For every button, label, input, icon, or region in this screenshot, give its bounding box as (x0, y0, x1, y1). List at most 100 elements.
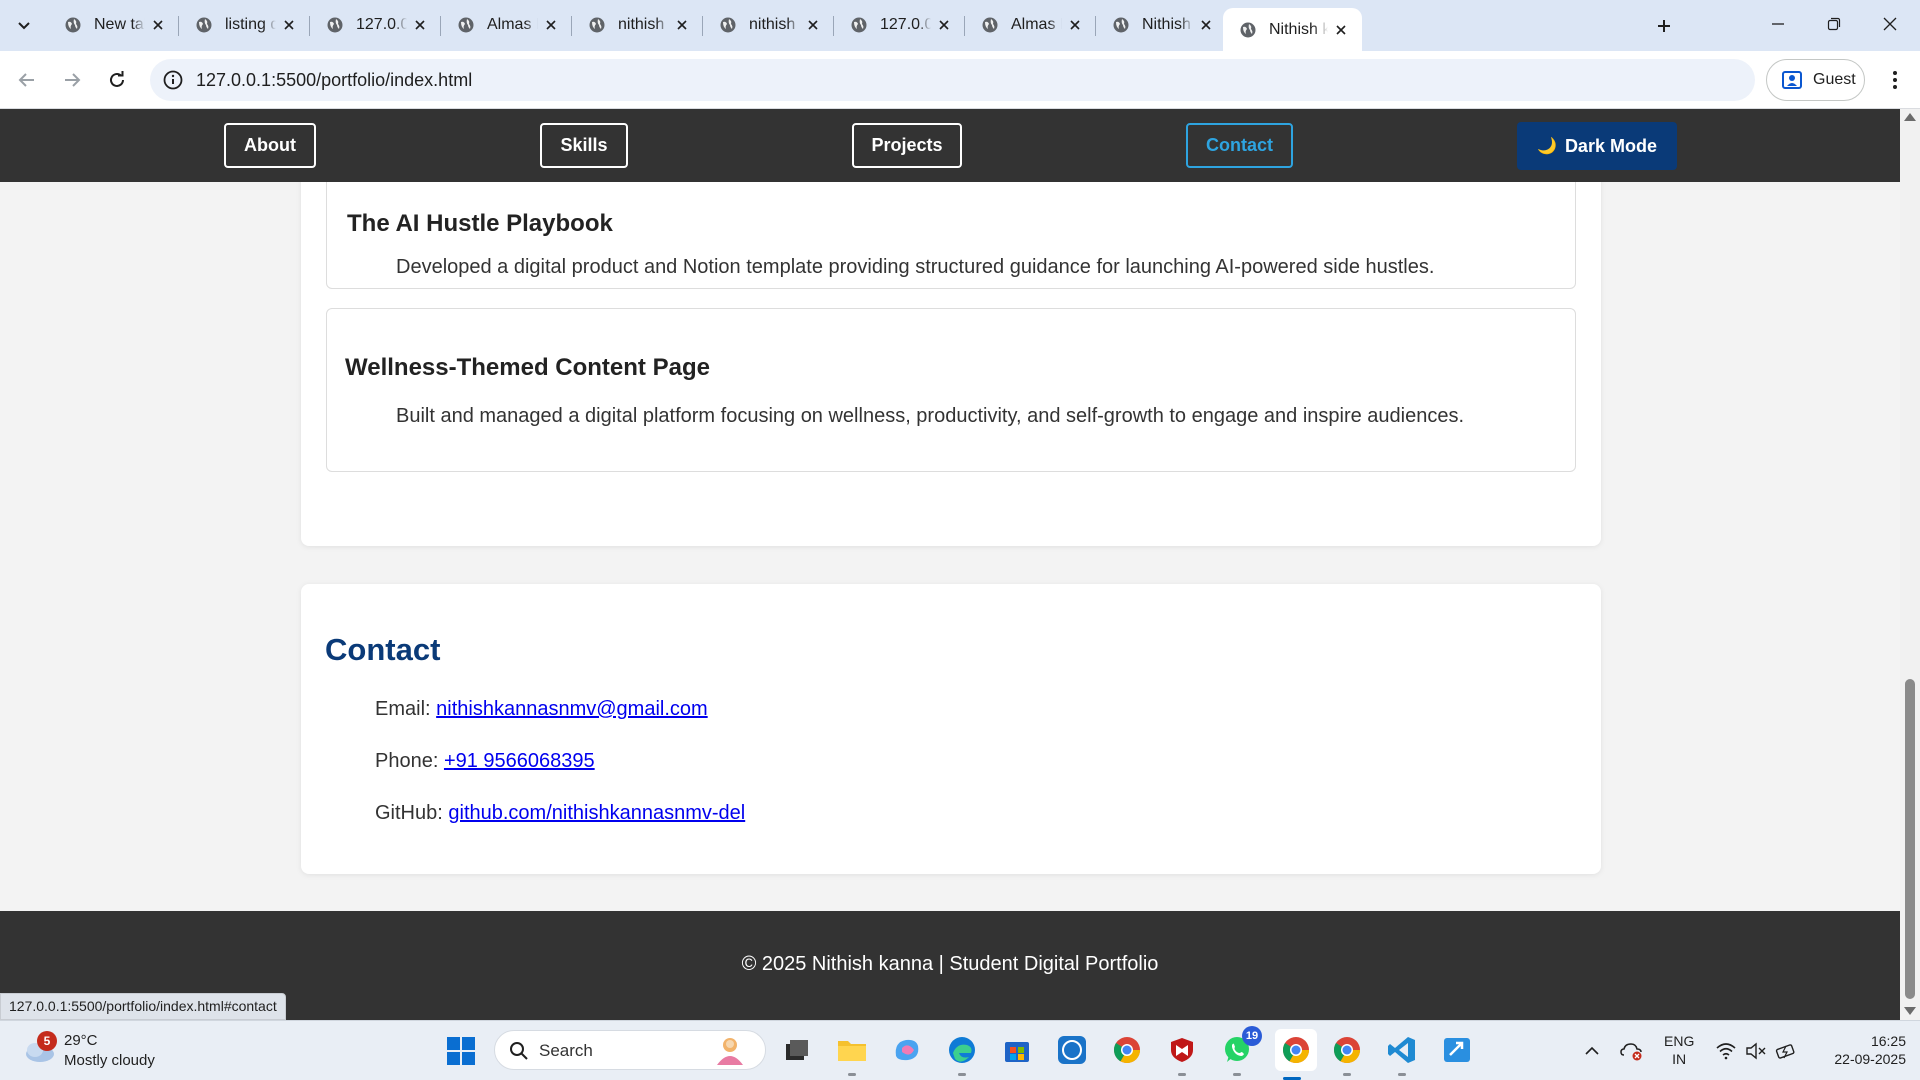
vscode-icon (1388, 1037, 1415, 1063)
task-view-app[interactable] (780, 1033, 814, 1067)
site-info-icon[interactable] (162, 69, 184, 91)
close-icon (415, 20, 425, 30)
close-window-button[interactable] (1862, 0, 1918, 48)
back-button[interactable] (11, 64, 43, 96)
minimize-button[interactable] (1750, 0, 1806, 48)
running-indicator (958, 1073, 966, 1076)
edge-app[interactable] (945, 1033, 979, 1076)
browser-tab[interactable]: 127.0.0.1:5500 (310, 8, 441, 42)
address-bar[interactable]: 127.0.0.1:5500/portfolio/index.html (150, 59, 1755, 101)
profile-button[interactable]: Guest (1766, 59, 1865, 101)
browser-tab[interactable]: Almas Begum (965, 8, 1096, 42)
tab-title: listing directory (225, 16, 276, 33)
folder-icon (838, 1041, 866, 1061)
clock-time: 16:25 (1870, 1033, 1906, 1049)
running-indicator (1233, 1073, 1241, 1076)
browser-tab[interactable]: 127.0.0.1:5500 (834, 8, 965, 42)
reload-button[interactable] (101, 64, 133, 96)
browser-tab[interactable]: Nithish kanna (1223, 8, 1362, 51)
tab-separator (309, 16, 310, 36)
globe-icon (327, 17, 343, 33)
tab-title: Almas Begum (487, 16, 538, 33)
page-scrollbar[interactable] (1900, 109, 1920, 1020)
tab-close-button[interactable] (1328, 17, 1354, 43)
weather-condition: Mostly cloudy (64, 1052, 155, 1069)
new-tab-button[interactable] (1650, 12, 1678, 40)
browser-tab[interactable]: Nithish kanna (1096, 8, 1227, 42)
nav-contact-button[interactable]: Contact (1186, 123, 1293, 168)
close-icon (153, 20, 163, 30)
show-hidden-icons-button[interactable] (1580, 1039, 1604, 1063)
browser-tab[interactable]: nithish kanna (572, 8, 703, 42)
close-icon (546, 20, 556, 30)
dark-mode-button[interactable]: 🌙 Dark Mode (1517, 122, 1677, 170)
scroll-thumb[interactable] (1905, 679, 1915, 999)
system-clock[interactable]: 16:25 22-09-2025 (1816, 1032, 1906, 1068)
phone-label: Phone: (375, 750, 439, 772)
tab-title: Almas Begum (1011, 16, 1062, 33)
chrome-icon (1333, 1037, 1361, 1064)
wifi-tray[interactable] (1714, 1039, 1738, 1063)
site-navbar: About Skills Projects Contact 🌙 Dark Mod… (0, 109, 1900, 182)
input-language[interactable]: ENG IN (1664, 1032, 1694, 1068)
tab-separator (702, 16, 703, 36)
chrome-profile-app[interactable] (1330, 1033, 1364, 1076)
tab-separator (1095, 16, 1096, 36)
email-label: Email: (375, 698, 431, 720)
browser-tab[interactable]: nithish kanna (703, 8, 834, 42)
tab-close-button[interactable] (538, 12, 564, 38)
moon-icon: 🌙 (1537, 138, 1557, 155)
volume-tray[interactable] (1744, 1039, 1768, 1063)
forward-button[interactable] (56, 64, 88, 96)
tab-close-button[interactable] (931, 12, 957, 38)
chrome-app[interactable] (1110, 1033, 1144, 1067)
globe-icon (196, 17, 212, 33)
arrow-left-icon (18, 73, 34, 87)
store-app[interactable] (1000, 1033, 1034, 1067)
scroll-up-arrow-icon[interactable] (1904, 113, 1916, 121)
battery-tray[interactable] (1774, 1039, 1798, 1063)
tab-close-button[interactable] (276, 12, 302, 38)
tab-close-button[interactable] (1062, 12, 1088, 38)
tab-close-button[interactable] (407, 12, 433, 38)
tab-close-button[interactable] (145, 12, 171, 38)
url-text[interactable]: 127.0.0.1:5500/portfolio/index.html (196, 70, 472, 91)
tab-title: Nithish kanna (1142, 16, 1193, 33)
tab-close-button[interactable] (669, 12, 695, 38)
running-indicator (848, 1073, 856, 1076)
tab-close-button[interactable] (800, 12, 826, 38)
tab-search-button[interactable] (10, 12, 38, 40)
github-link[interactable]: github.com/nithishkannasnmv-del (448, 802, 745, 824)
chrome-active-app[interactable] (1275, 1029, 1317, 1080)
chrome-icon (1113, 1037, 1141, 1064)
phone-link[interactable]: +91 9566068395 (444, 750, 595, 772)
restore-button[interactable] (1806, 0, 1862, 48)
scroll-down-arrow-icon[interactable] (1904, 1007, 1916, 1015)
edge-icon (949, 1037, 975, 1063)
whatsapp-app[interactable]: 19 (1220, 1026, 1262, 1076)
tab-close-button[interactable] (1193, 12, 1219, 38)
mcafee-app[interactable] (1165, 1033, 1199, 1076)
browser-tab[interactable]: Almas Begum (441, 8, 572, 42)
email-link[interactable]: nithishkannasnmv@gmail.com (436, 698, 708, 720)
copilot-app[interactable] (890, 1033, 924, 1067)
tab-title: 127.0.0.1:5500 (356, 16, 407, 33)
weather-widget[interactable]: 5 29°C Mostly cloudy (18, 1031, 198, 1073)
nav-about-button[interactable]: About (224, 123, 316, 168)
file-explorer-app[interactable] (835, 1033, 869, 1076)
browser-menu-button[interactable] (1880, 64, 1910, 96)
onedrive-tray[interactable] (1620, 1039, 1644, 1063)
browser-tab[interactable]: listing directory (179, 8, 310, 42)
tab-separator (178, 16, 179, 36)
taskbar-search[interactable]: Search (494, 1030, 766, 1070)
remote-desktop-app[interactable] (1440, 1033, 1474, 1067)
dell-app[interactable] (1055, 1033, 1089, 1067)
project-description: Developed a digital product and Notion t… (396, 256, 1435, 278)
nav-skills-button[interactable]: Skills (540, 123, 628, 168)
browser-tab[interactable]: New tab (48, 8, 179, 42)
vscode-app[interactable] (1385, 1033, 1419, 1076)
nav-projects-button[interactable]: Projects (852, 123, 962, 168)
running-indicator (1178, 1073, 1186, 1076)
clock-date: 22-09-2025 (1834, 1051, 1906, 1067)
start-button[interactable] (446, 1036, 476, 1066)
